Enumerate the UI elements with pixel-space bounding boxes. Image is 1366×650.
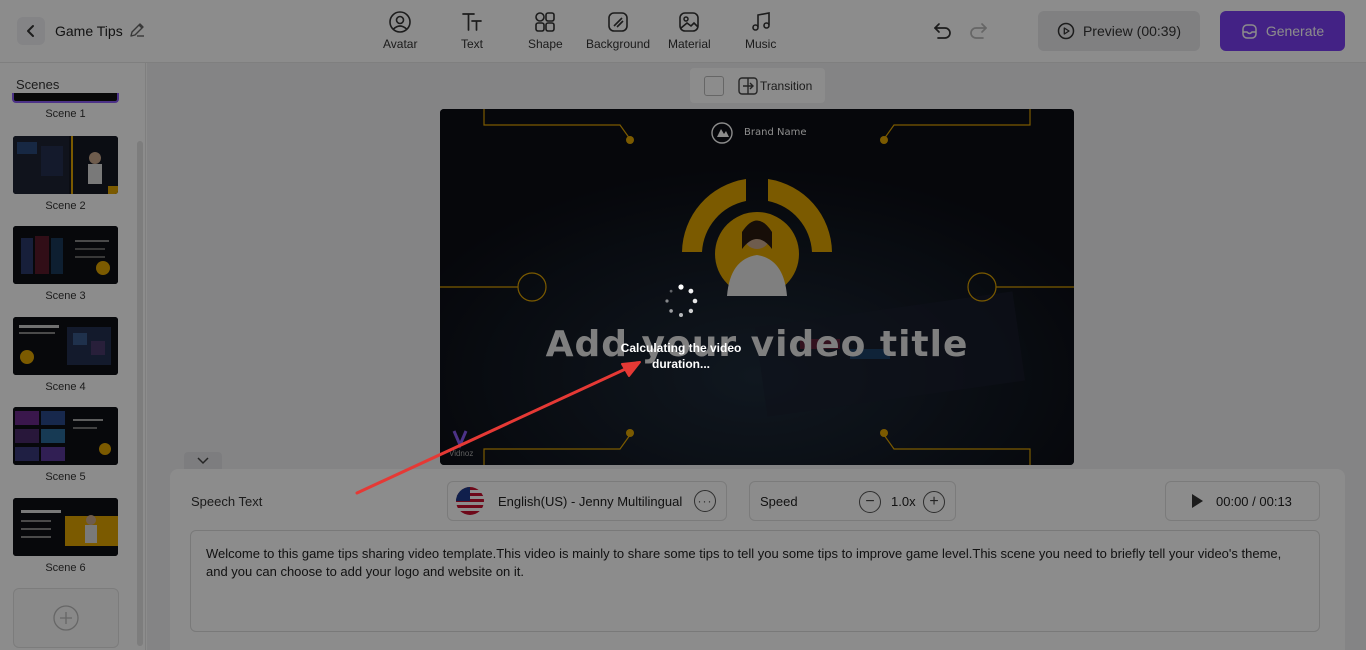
loading-overlay — [0, 0, 1366, 650]
loading-spinner-icon — [665, 284, 698, 317]
loading-text: Calculating the video duration... — [620, 341, 742, 371]
